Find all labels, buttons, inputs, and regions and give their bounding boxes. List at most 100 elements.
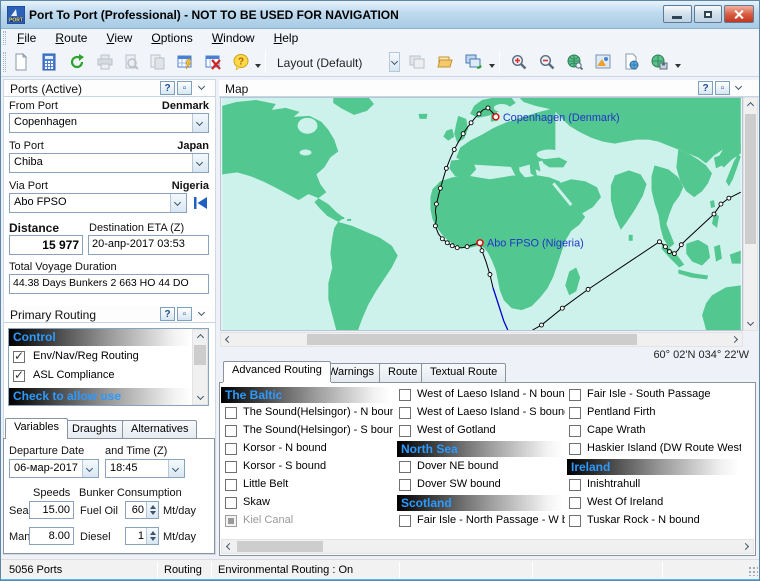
tab-route[interactable]: Route bbox=[379, 363, 426, 382]
export-button[interactable] bbox=[145, 51, 169, 73]
checkbox-row[interactable]: The Sound(Helsingor) - S bound bbox=[225, 424, 393, 440]
zoom-in-button[interactable] bbox=[507, 51, 531, 73]
help-button[interactable]: ? bbox=[229, 51, 253, 73]
asl-compliance-row[interactable]: ASL Compliance bbox=[13, 369, 193, 385]
advanced-horizontal-scrollbar[interactable] bbox=[221, 539, 754, 554]
calculator-button[interactable] bbox=[37, 51, 61, 73]
menu-window[interactable]: Window bbox=[204, 29, 263, 47]
map-canvas[interactable]: Copenhagen (Denmark) Abo FPSO (Nigeria) bbox=[220, 97, 743, 331]
toolbar-group1-caret[interactable] bbox=[255, 64, 261, 68]
checkbox-row[interactable]: The Sound(Helsingor) - N bound bbox=[225, 406, 393, 422]
dover-ne-checkbox[interactable] bbox=[399, 461, 411, 473]
fair-isle-north-checkbox[interactable] bbox=[399, 515, 411, 527]
checkbox-row[interactable]: Korsor - S bound bbox=[225, 460, 393, 476]
control-list-scrollbar[interactable] bbox=[192, 329, 208, 405]
tuskar-rock-checkbox[interactable] bbox=[569, 515, 581, 527]
zoom-world-button[interactable] bbox=[563, 51, 587, 73]
little-belt-checkbox[interactable] bbox=[225, 479, 237, 491]
checkbox-row[interactable]: West Of Ireland bbox=[569, 496, 741, 512]
checkbox-row[interactable]: Dover SW bound bbox=[399, 478, 565, 494]
checkbox-row[interactable]: Pentland Firth bbox=[569, 406, 741, 422]
from-port-dropdown-icon[interactable] bbox=[192, 114, 208, 132]
map-image-button[interactable] bbox=[591, 51, 615, 73]
sea-speed-field[interactable]: 15.00 bbox=[29, 501, 74, 519]
resize-grip[interactable] bbox=[748, 566, 758, 576]
minimize-button[interactable] bbox=[663, 5, 692, 23]
gotland-checkbox[interactable] bbox=[399, 425, 411, 437]
tab-advanced-routing[interactable]: Advanced Routing bbox=[223, 361, 331, 382]
tab-textual-route[interactable]: Textual Route bbox=[421, 363, 506, 382]
time-dropdown-icon[interactable] bbox=[168, 460, 184, 477]
save-map-button[interactable] bbox=[647, 51, 671, 73]
refresh-button[interactable] bbox=[65, 51, 89, 73]
report-document-button[interactable] bbox=[619, 51, 643, 73]
menu-gripper[interactable] bbox=[3, 31, 6, 45]
copy-layout-button[interactable] bbox=[405, 51, 429, 73]
sound-n-checkbox[interactable] bbox=[225, 407, 237, 419]
sound-s-checkbox[interactable] bbox=[225, 425, 237, 437]
man-speed-field[interactable]: 8.00 bbox=[29, 527, 74, 545]
checkbox-row[interactable]: West of Gotland bbox=[399, 424, 565, 440]
west-of-ireland-checkbox[interactable] bbox=[569, 497, 581, 509]
env-nav-reg-checkbox[interactable] bbox=[13, 351, 25, 363]
skaw-checkbox[interactable] bbox=[225, 497, 237, 509]
arrange-windows-button[interactable] bbox=[461, 51, 485, 73]
print-preview-button[interactable] bbox=[119, 51, 143, 73]
from-port-combo[interactable]: Copenhagen bbox=[9, 113, 209, 133]
env-nav-reg-row[interactable]: Env/Nav/Reg Routing bbox=[13, 350, 193, 366]
new-document-button[interactable] bbox=[9, 51, 33, 73]
menu-file[interactable]: File bbox=[9, 29, 44, 47]
routing-control-list[interactable]: Control Env/Nav/Reg Routing ASL Complian… bbox=[8, 328, 209, 406]
map-help-button[interactable]: ? bbox=[698, 81, 713, 95]
checkbox-row[interactable]: Tuskar Rock - N bound bbox=[569, 514, 741, 530]
primary-menu-button[interactable] bbox=[195, 307, 210, 321]
laeso-s-checkbox[interactable] bbox=[399, 407, 411, 419]
checkbox-row[interactable]: West of Laeso Island - S bound bbox=[399, 406, 565, 422]
checkbox-row[interactable]: Dover NE bound bbox=[399, 460, 565, 476]
map-horizontal-scrollbar[interactable] bbox=[220, 332, 743, 347]
checkbox-row[interactable]: Fair Isle - North Passage - W bou bbox=[399, 514, 565, 530]
time-combo[interactable]: 18:45 bbox=[105, 459, 185, 478]
zoom-out-button[interactable] bbox=[535, 51, 559, 73]
restore-button[interactable] bbox=[694, 5, 722, 23]
laeso-n-checkbox[interactable] bbox=[399, 389, 411, 401]
close-button[interactable] bbox=[724, 5, 754, 23]
map-collapse-button[interactable]: ▫ bbox=[715, 81, 730, 95]
map-menu-button[interactable] bbox=[732, 81, 747, 95]
primary-collapse-button[interactable]: ▫ bbox=[177, 307, 192, 321]
pentland-firth-checkbox[interactable] bbox=[569, 407, 581, 419]
checkbox-row[interactable]: West of Laeso Island - N bound bbox=[399, 388, 565, 404]
delete-table-button[interactable] bbox=[201, 51, 225, 73]
toolbar-group3-caret[interactable] bbox=[675, 64, 681, 68]
checkbox-row[interactable]: Cape Wrath bbox=[569, 424, 741, 440]
to-port-combo[interactable]: Chiba bbox=[9, 153, 209, 173]
menu-route[interactable]: Route bbox=[47, 29, 95, 47]
fair-isle-south-checkbox[interactable] bbox=[569, 389, 581, 401]
print-button[interactable] bbox=[93, 51, 117, 73]
toolbar-group2-caret[interactable] bbox=[489, 64, 495, 68]
asl-compliance-checkbox[interactable] bbox=[13, 370, 25, 382]
diesel-spinner[interactable]: 1 bbox=[125, 527, 159, 545]
menu-options[interactable]: Options bbox=[143, 29, 200, 47]
ports-menu-button[interactable] bbox=[195, 81, 210, 95]
haskier-island-checkbox[interactable] bbox=[569, 443, 581, 455]
map-vertical-scrollbar[interactable] bbox=[743, 97, 758, 331]
to-port-dropdown-icon[interactable] bbox=[192, 154, 208, 172]
primary-help-button[interactable]: ? bbox=[160, 307, 175, 321]
checkbox-row[interactable]: Skaw bbox=[225, 496, 393, 512]
checkbox-row[interactable]: Kiel Canal bbox=[225, 514, 393, 530]
toolbar-gripper[interactable] bbox=[3, 52, 6, 72]
cape-wrath-checkbox[interactable] bbox=[569, 425, 581, 437]
checkbox-row[interactable]: Korsor - N bound bbox=[225, 442, 393, 458]
menu-help[interactable]: Help bbox=[266, 29, 307, 47]
departure-date-dropdown-icon[interactable] bbox=[82, 460, 98, 477]
tab-alternatives[interactable]: Alternatives bbox=[122, 420, 197, 439]
tab-variables[interactable]: Variables bbox=[5, 418, 68, 439]
ports-help-button[interactable]: ? bbox=[160, 81, 175, 95]
checkbox-row[interactable]: Inishtrahull bbox=[569, 478, 741, 494]
via-port-dropdown-icon[interactable] bbox=[170, 194, 186, 212]
departure-date-combo[interactable]: 06-мар-2017 bbox=[9, 459, 99, 478]
title-bar[interactable]: PORT Port To Port (Professional) - NOT T… bbox=[1, 1, 760, 29]
open-layout-button[interactable] bbox=[433, 51, 457, 73]
menu-view[interactable]: View bbox=[99, 29, 141, 47]
